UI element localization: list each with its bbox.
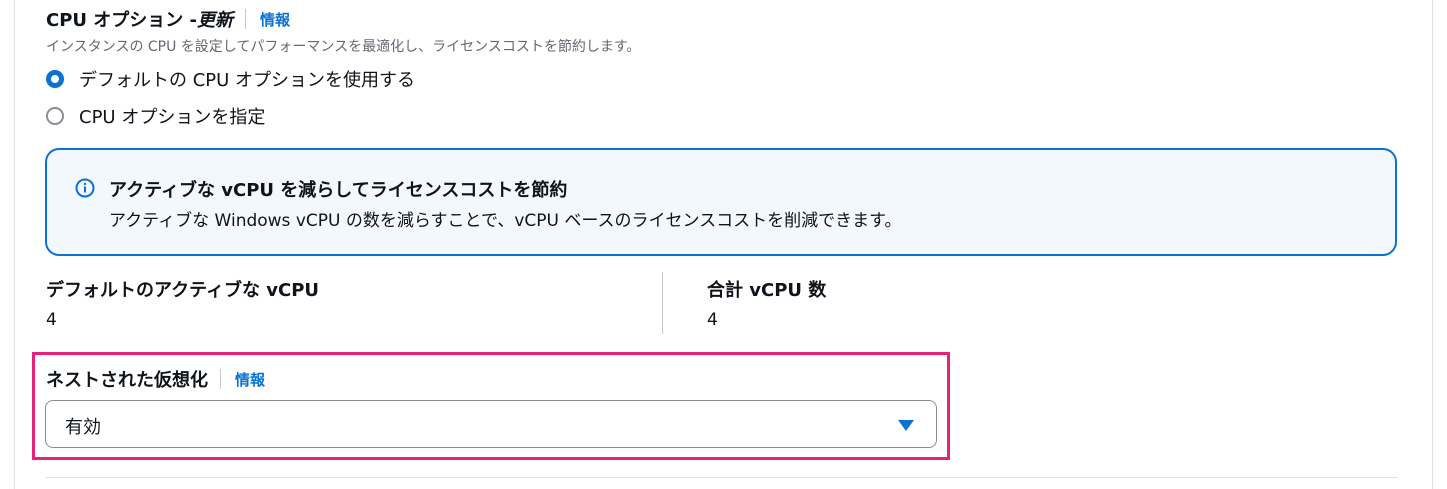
cpu-options-header: CPU オプション - 更新 情報 <box>46 6 290 32</box>
header-divider <box>245 9 247 29</box>
default-active-vcpu-label: デフォルトのアクティブな vCPU <box>46 280 320 301</box>
caret-down-icon <box>898 420 914 431</box>
radio-default-cpu-options[interactable]: デフォルトの CPU オプションを使用する <box>46 66 415 92</box>
radio-label-default-cpu-options: デフォルトの CPU オプションを使用する <box>79 70 416 91</box>
nested-virtualization-selected-value: 有効 <box>65 417 101 438</box>
nested-virtualization-title: ネストされた仮想化 <box>46 370 208 391</box>
cpu-options-info-link[interactable]: 情報 <box>260 9 290 30</box>
cpu-options-title: CPU オプション - <box>46 10 198 31</box>
radio-unselected-indicator[interactable] <box>46 107 64 125</box>
radio-specify-cpu-options[interactable]: CPU オプションを指定 <box>46 103 265 129</box>
total-vcpu-value: 4 <box>707 310 718 330</box>
cpu-options-title-emphasis: 更新 <box>197 10 234 31</box>
default-active-vcpu: デフォルトのアクティブな vCPU 4 <box>46 276 319 330</box>
alert-body: アクティブな Windows vCPU の数を減らすことで、vCPU ベースのラ… <box>109 211 902 231</box>
nested-virtualization-info-link[interactable]: 情報 <box>235 369 265 390</box>
nested-virtualization-select[interactable]: 有効 <box>45 400 937 448</box>
total-vcpu-label: 合計 vCPU 数 <box>707 280 827 301</box>
section-divider <box>46 477 1398 478</box>
panel-left-border <box>14 0 15 489</box>
total-vcpu: 合計 vCPU 数 4 <box>707 276 826 330</box>
header-divider <box>220 369 221 389</box>
nested-virtualization-header: ネストされた仮想化 情報 <box>46 366 265 392</box>
info-icon <box>75 178 95 198</box>
radio-selected-indicator[interactable] <box>46 70 64 88</box>
default-active-vcpu-value: 4 <box>46 310 57 330</box>
radio-label-specify-cpu-options: CPU オプションを指定 <box>79 107 266 128</box>
info-alert: アクティブな vCPU を減らしてライセンスコストを節約 アクティブな Wind… <box>45 148 1397 256</box>
details-divider <box>662 272 663 334</box>
alert-title: アクティブな vCPU を減らしてライセンスコストを節約 <box>109 180 568 201</box>
panel-right-border <box>1432 0 1433 489</box>
cpu-options-description: インスタンスの CPU を設定してパフォーマンスを最適化し、ライセンスコストを節… <box>46 39 641 55</box>
